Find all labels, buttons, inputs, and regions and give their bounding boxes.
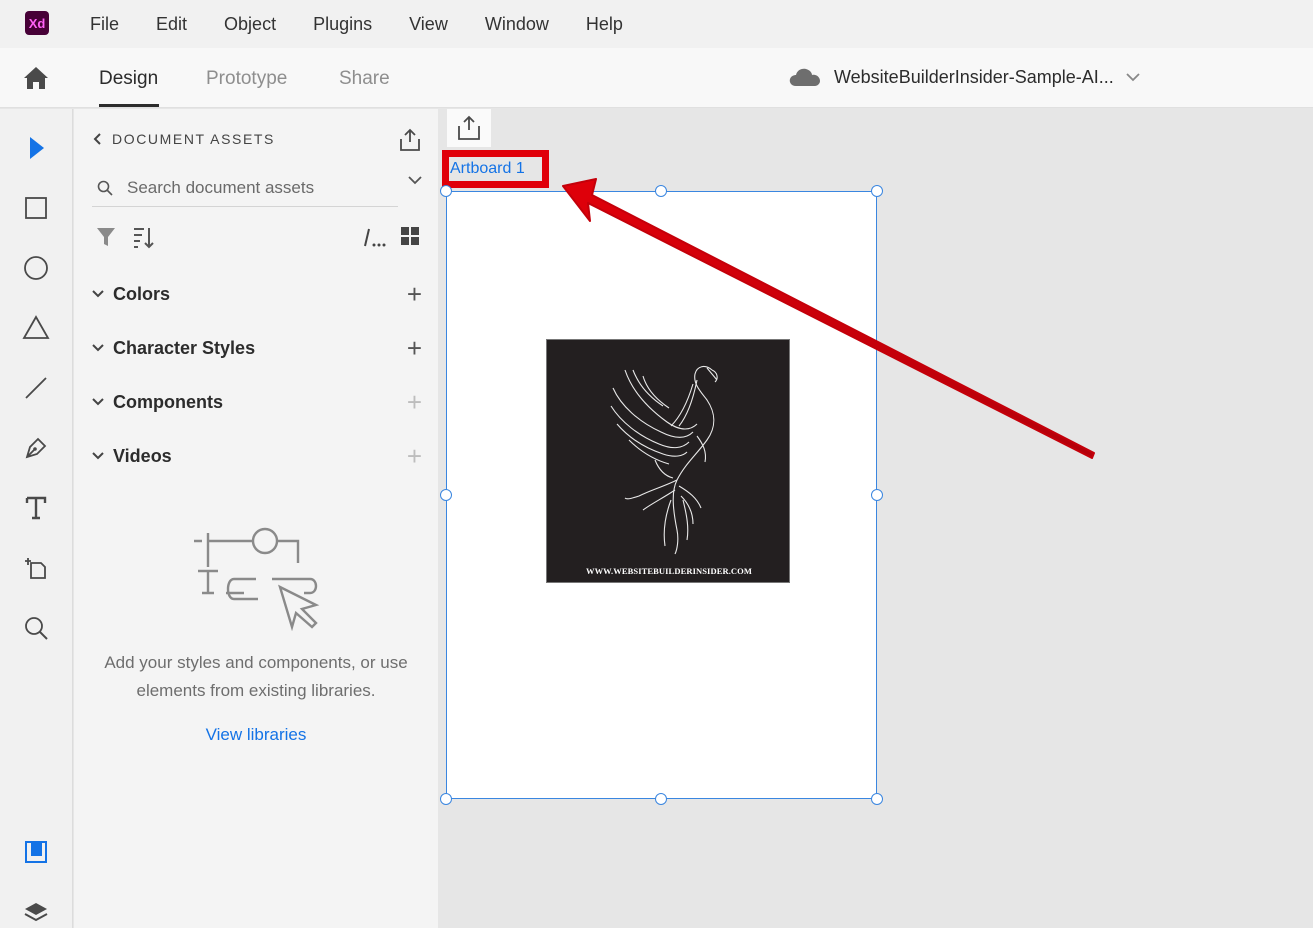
section-components[interactable]: Components +	[92, 387, 422, 417]
rectangle-tool[interactable]	[22, 194, 50, 222]
resize-handle-bottom[interactable]	[655, 793, 667, 805]
active-tab-indicator	[99, 104, 159, 107]
tab-share[interactable]: Share	[339, 68, 390, 90]
polygon-tool[interactable]	[22, 314, 50, 342]
chevron-left-icon	[93, 133, 101, 145]
document-assets-panel: DOCUMENT ASSETS Colors + Character Style…	[74, 109, 438, 928]
artboard-tool[interactable]	[22, 554, 50, 582]
resize-handle-right[interactable]	[871, 489, 883, 501]
asset-search-box	[92, 169, 398, 207]
menu-bar: Xd File Edit Object Plugins View Window …	[0, 0, 1313, 48]
section-character-styles[interactable]: Character Styles +	[92, 333, 422, 363]
phoenix-logo-image[interactable]: WWW.WEBSITEBUILDERINSIDER.COM	[546, 339, 790, 583]
line-icon	[25, 377, 47, 399]
chevron-down-icon	[1126, 73, 1140, 82]
menu-plugins[interactable]: Plugins	[313, 14, 372, 35]
add-color-button[interactable]: +	[407, 281, 422, 307]
home-icon[interactable]	[22, 65, 50, 91]
empty-state-message: Add your styles and components, or use e…	[74, 649, 438, 705]
text-tool[interactable]	[22, 494, 50, 522]
phoenix-drawing	[610, 365, 718, 555]
menu-view[interactable]: View	[409, 14, 448, 35]
export-icon[interactable]	[398, 128, 422, 152]
section-label: Components	[113, 391, 223, 412]
resize-handle-top-left[interactable]	[440, 185, 452, 197]
menu-object[interactable]: Object	[224, 14, 276, 35]
artboard[interactable]: WWW.WEBSITEBUILDERINSIDER.COM	[446, 191, 877, 799]
share-button[interactable]	[447, 109, 491, 147]
ellipse-icon	[24, 256, 48, 280]
assets-back-button[interactable]: DOCUMENT ASSETS	[92, 131, 275, 147]
chevron-down-icon	[92, 452, 104, 460]
add-video-button: +	[406, 441, 422, 471]
design-canvas[interactable]: Artboard 1 WWW.WEBSITEBUILDERINSIDER.COM	[438, 109, 1313, 928]
line-tool[interactable]	[22, 374, 50, 402]
menu-edit[interactable]: Edit	[156, 14, 187, 35]
menu-file[interactable]: File	[90, 14, 119, 35]
menu-help[interactable]: Help	[586, 14, 623, 35]
pointer-arrow-icon	[30, 137, 44, 159]
resize-handle-top[interactable]	[655, 185, 667, 197]
empty-state-line-2: elements from existing libraries.	[136, 681, 376, 700]
ellipse-tool[interactable]	[22, 254, 50, 282]
document-title-dropdown[interactable]: WebsiteBuilderInsider-Sample-AI...	[788, 66, 1140, 88]
empty-assets-illustration	[194, 527, 320, 631]
pen-icon	[25, 437, 47, 459]
assets-panel-toggle[interactable]	[22, 838, 50, 866]
zoom-icon	[25, 617, 48, 640]
chevron-down-icon	[92, 344, 104, 352]
tool-rail	[0, 109, 73, 928]
add-character-style-button[interactable]: +	[407, 335, 422, 361]
filter-icon[interactable]	[96, 226, 116, 248]
layers-panel-toggle[interactable]	[22, 898, 50, 926]
cloud-icon	[789, 68, 820, 86]
resize-handle-bottom-left[interactable]	[440, 793, 452, 805]
artboard-icon	[25, 558, 46, 579]
section-label: Videos	[113, 445, 172, 466]
section-label: Colors	[113, 283, 171, 304]
select-tool[interactable]	[22, 134, 50, 162]
xd-logo: Xd	[25, 11, 49, 35]
image-caption: WWW.WEBSITEBUILDERINSIDER.COM	[585, 566, 752, 576]
zoom-tool[interactable]	[22, 614, 50, 642]
add-component-button: +	[406, 387, 422, 417]
chevron-down-icon[interactable]	[408, 175, 422, 185]
grid-view-icon[interactable]	[400, 226, 420, 246]
sort-icon[interactable]	[132, 226, 156, 250]
view-libraries-link[interactable]: View libraries	[74, 725, 438, 745]
search-icon	[97, 180, 113, 196]
layers-icon	[24, 903, 48, 922]
resize-handle-left[interactable]	[440, 489, 452, 501]
assets-icon	[25, 841, 47, 863]
path-style-icon[interactable]	[362, 226, 386, 248]
pen-tool[interactable]	[22, 434, 50, 462]
menu-items: File Edit Object Plugins View Window Hel…	[90, 0, 660, 48]
rectangle-icon	[25, 197, 47, 219]
annotation-highlight-box	[442, 150, 549, 188]
section-label: Character Styles	[113, 337, 256, 358]
chevron-down-icon	[92, 290, 104, 298]
document-title: WebsiteBuilderInsider-Sample-AI...	[834, 66, 1114, 87]
triangle-icon	[22, 315, 50, 339]
text-icon	[25, 496, 47, 520]
tab-design[interactable]: Design	[99, 68, 158, 90]
section-colors[interactable]: Colors +	[92, 279, 422, 309]
panel-title: DOCUMENT ASSETS	[112, 131, 275, 147]
menu-window[interactable]: Window	[485, 14, 549, 35]
chevron-down-icon	[92, 398, 104, 406]
search-input[interactable]	[127, 177, 377, 198]
empty-state-line-1: Add your styles and components, or use	[104, 653, 408, 672]
tab-prototype[interactable]: Prototype	[206, 68, 287, 90]
resize-handle-bottom-right[interactable]	[871, 793, 883, 805]
export-icon	[458, 115, 480, 140]
resize-handle-top-right[interactable]	[871, 185, 883, 197]
section-videos[interactable]: Videos +	[92, 441, 422, 471]
